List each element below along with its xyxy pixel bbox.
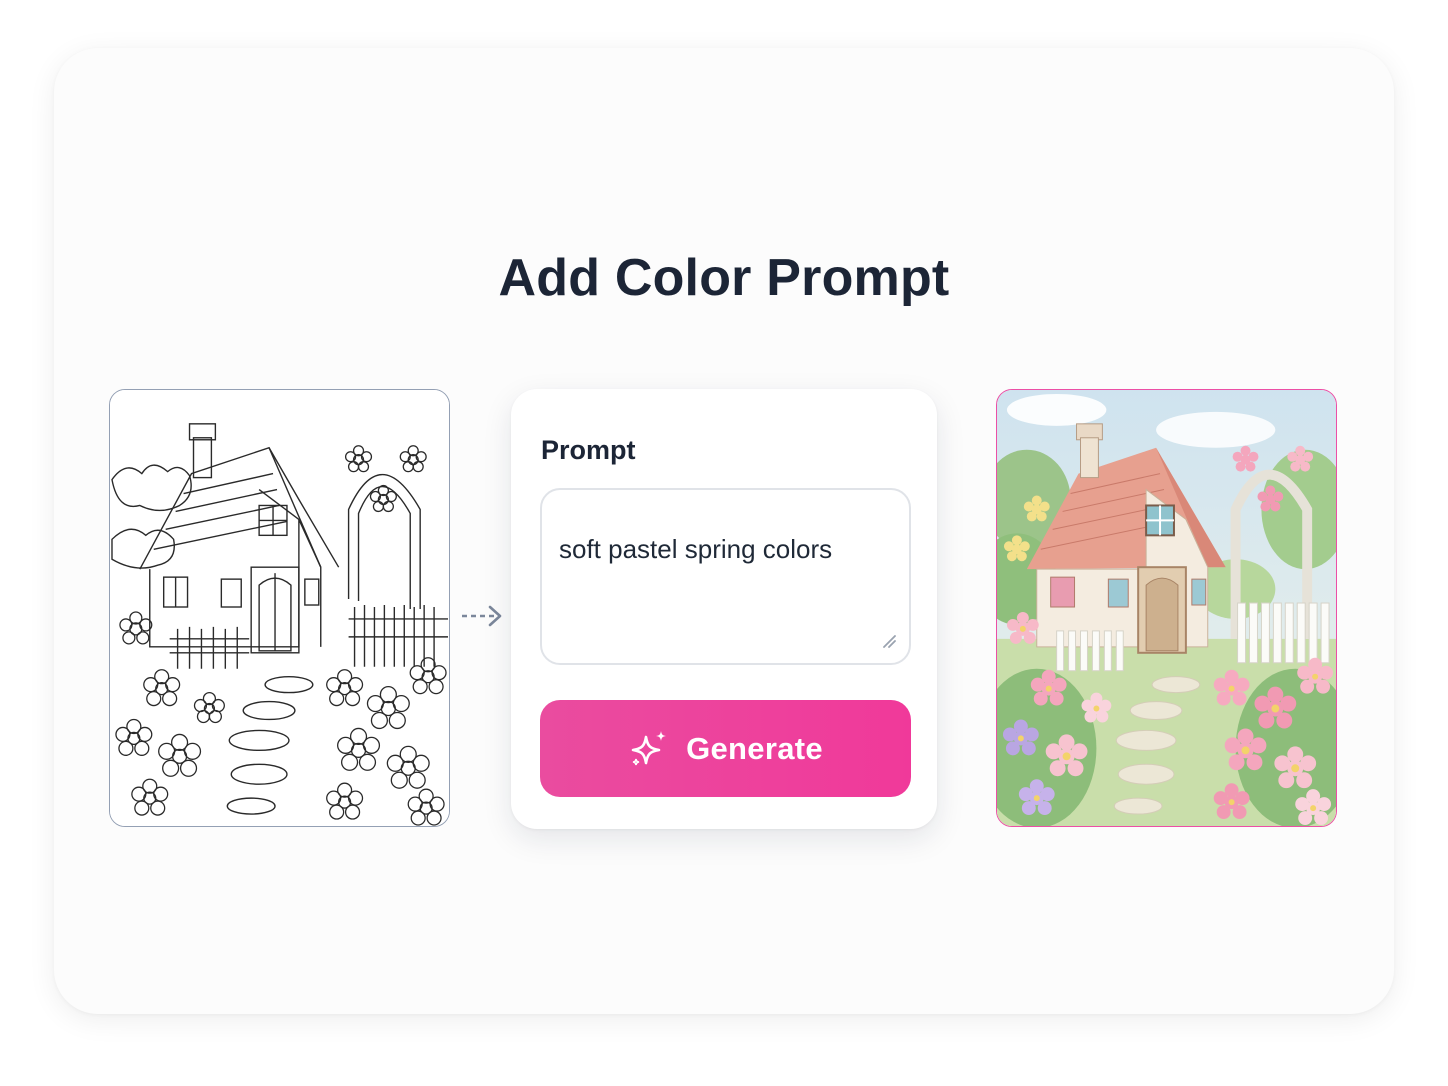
prompt-label: Prompt xyxy=(541,435,636,465)
resize-handle-icon[interactable] xyxy=(881,633,897,649)
colored-cottage xyxy=(997,390,1336,826)
generate-button[interactable]: Generate xyxy=(540,700,911,797)
source-line-art-image xyxy=(109,389,450,827)
prompt-text-value: soft pastel spring colors xyxy=(559,534,833,564)
line-art-cottage xyxy=(110,390,449,826)
prompt-textarea[interactable]: soft pastel spring colors xyxy=(540,488,911,665)
generate-button-label: Generate xyxy=(686,730,823,766)
sparkle-icon xyxy=(631,730,667,765)
page-title: Add Color Prompt xyxy=(498,249,950,307)
dashed-arrow-right-icon xyxy=(462,605,502,627)
prompt-panel: Prompt soft pastel spring colors Generat… xyxy=(511,389,937,829)
result-colored-image xyxy=(996,389,1337,827)
